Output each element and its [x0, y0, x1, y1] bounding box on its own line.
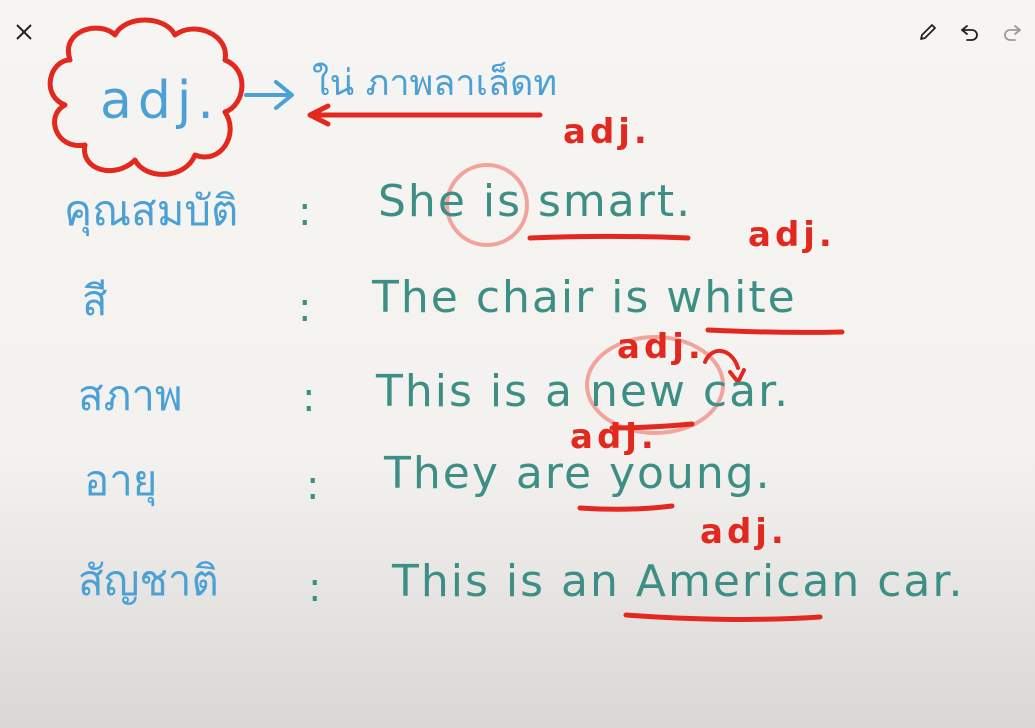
row2-sentence: The chair is white: [372, 272, 797, 323]
young-underline: [577, 503, 675, 512]
row4-sentence: They are young.: [384, 448, 772, 499]
row2-category-label: สี: [82, 276, 108, 325]
row5-colon: :: [308, 565, 322, 611]
row5-category-label: สัญชาติ: [78, 556, 219, 605]
row1-adj-label: adj.: [563, 112, 651, 152]
row4-colon: :: [306, 463, 320, 509]
american-underline: [623, 612, 823, 622]
row1-category-label: คุณสมบัติ: [64, 186, 239, 235]
row3-adj-label: adj.: [617, 327, 705, 367]
meaning-underline: [307, 103, 543, 127]
row5-adj-label: adj.: [700, 512, 788, 552]
adj-term: adj.: [100, 71, 220, 131]
row1-colon: :: [298, 189, 312, 235]
row5-sentence: This is an American car.: [392, 556, 965, 607]
row3-sentence: This is a new car.: [376, 366, 791, 417]
adj-meaning: ใน่ ภาพลาเล็ดท: [312, 63, 558, 104]
row3-category-label: สภาพ: [78, 371, 183, 420]
row4-category-label: อายุ: [84, 456, 158, 505]
row1-sentence: She is smart.: [378, 176, 693, 227]
row2-colon: :: [298, 285, 312, 331]
smart-underline: [527, 234, 691, 241]
arrow-right: [244, 80, 294, 110]
row2-adj-label: adj.: [748, 215, 836, 255]
row3-colon: :: [302, 375, 316, 421]
white-underline: [705, 327, 845, 335]
